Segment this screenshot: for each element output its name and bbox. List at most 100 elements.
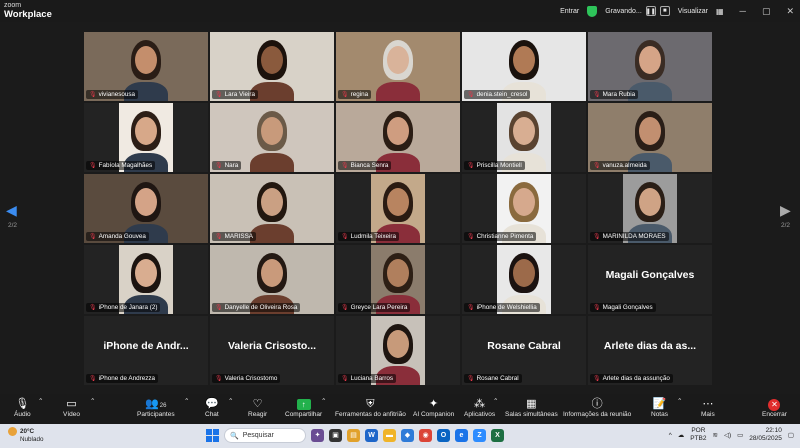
participant-name-label: 🎙 Rosane Cabral [464,374,522,383]
participant-tile[interactable]: 🎙 Danyelle de Oliveira Rosa [210,245,334,314]
taskbar-clock[interactable]: 22:10 28/05/2025 [749,427,782,443]
participant-tile[interactable]: Rosane Cabral 🎙 Rosane Cabral [462,316,586,385]
folder-app-icon[interactable]: ▬ [383,429,396,442]
taskbar-search[interactable]: 🔍 Pesquisar [224,428,306,443]
share-button[interactable]: ↑ Compartilhar [285,397,322,418]
audio-options-caret-icon[interactable]: ⌃ [38,397,43,405]
participant-tile[interactable]: 🎙 Ludmila Teixeira [336,174,460,243]
copilot-app-icon[interactable]: ✦ [311,429,324,442]
volume-icon[interactable]: ◁) [724,431,731,439]
participant-display-name: Valeria Crisosto... [227,340,317,352]
mic-muted-icon: 🎙 [341,376,349,382]
meeting-info-button[interactable]: ⓘ Informações da reunião [563,397,631,418]
participant-tile[interactable]: 🎙 iPhone de Janara (2) [84,245,208,314]
cloud-icon[interactable]: ☁ [678,431,685,439]
participant-tile[interactable]: 🎙 MARISSA [210,174,334,243]
weather-temp: 20°C [20,428,35,436]
meeting-toolbar: 🎙 Áudio ⌃ ▭ Vídeo ⌃ 👥26 Participantes ⌃ 💬 Ch… [0,394,800,424]
chat-button[interactable]: 💬 Chat [205,397,219,418]
start-windows-icon[interactable] [206,429,219,442]
participant-tile[interactable]: iPhone de Andr... 🎙 iPhone de Andrezza [84,316,208,385]
language-indicator[interactable]: POR PTB2 [690,427,706,443]
participant-tile[interactable]: 🎙 Christianne Pimenta [462,174,586,243]
participant-tile[interactable]: 🎙 Priscilla Montiell [462,103,586,172]
edge-app-icon[interactable]: e [455,429,468,442]
grid-view-icon[interactable]: ▦ [716,7,724,16]
chat-icon: 💬 [205,398,219,410]
participant-tile[interactable]: Valeria Crisosto... 🎙 Valeria Crisostomo [210,316,334,385]
task-view-icon[interactable]: ▣ [329,429,342,442]
apps-icon: ⁂ [474,398,486,410]
participant-tile[interactable]: 🎙 Bianca Senra [336,103,460,172]
participant-tile[interactable]: 🎙 regina [336,32,460,101]
participant-tile[interactable]: 🎙 iPhone de Welshiellia [462,245,586,314]
mic-muted-icon: 🎙 [341,163,349,169]
enter-button[interactable]: Entrar [560,8,579,15]
participant-name-label: 🎙 MARISSA [212,232,256,241]
pause-recording-icon[interactable]: ❚❚ [646,6,656,16]
maximize-icon[interactable]: ▢ [762,6,771,17]
participant-tile[interactable]: 🎙 Lara Vieira [210,32,334,101]
weather-desc: Nublado [20,436,44,444]
participant-tile[interactable]: 🎙 Mara Rubia [588,32,712,101]
participant-tile[interactable]: 🎙 denia.stein_cresol [462,32,586,101]
next-page-arrow-icon[interactable]: ▶ [780,202,791,219]
excel-app-icon[interactable]: X [491,429,504,442]
battery-icon[interactable]: ▭ [737,431,743,439]
apps-caret-icon[interactable]: ⌃ [493,397,498,405]
participant-tile[interactable]: 🎙 Luciana Barros [336,316,460,385]
participant-tile[interactable]: 🎙 Greyce Lara Pereira [336,245,460,314]
view-button[interactable]: Visualizar [678,8,708,15]
video-button[interactable]: ▭ Vídeo [63,397,80,418]
participant-tile[interactable]: 🎙 MARINILDA MORAES [588,174,712,243]
mic-muted-icon: 🎙 [593,376,601,382]
participant-name: Rosane Cabral [476,375,519,382]
wifi-icon[interactable]: ≋ [713,431,718,439]
notes-button[interactable]: 📝 Notas [651,397,668,418]
more-button[interactable]: ⋯ Mais [701,397,715,418]
security-shield-icon[interactable] [587,5,598,17]
participant-tile[interactable]: 🎙 vanuza.almeida [588,103,712,172]
participant-name-label: 🎙 iPhone de Welshiellia [464,303,540,312]
participant-tile[interactable]: 🎙 Amanda Gouvea [84,174,208,243]
notes-caret-icon[interactable]: ⌃ [677,397,682,405]
end-meeting-button[interactable]: ✕ Encerrar [762,397,787,418]
ai-companion-button[interactable]: ✦ AI Companion [413,397,454,418]
participant-tile[interactable]: 🎙 Fabíola Magalhães [84,103,208,172]
participant-name: Nara [224,162,239,169]
mic-muted-icon: 🎙 [89,92,97,98]
breakout-rooms-button[interactable]: ▦ Salas simultâneas [505,397,558,418]
weather-widget[interactable]: 20°C Nublado [8,427,43,444]
zoom-app-icon[interactable]: Z [473,429,486,442]
host-tools-button[interactable]: ⛨ Ferramentas do anfitrião [335,397,406,418]
participant-tile[interactable]: Arlete dias da as... 🎙 Arlete dias da assu… [588,316,712,385]
participants-caret-icon[interactable]: ⌃ [184,397,189,405]
participant-tile[interactable]: Magali Gonçalves 🎙 Magali Gonçalves [588,245,712,314]
audio-button[interactable]: 🎙 Áudio [14,397,31,418]
chat-caret-icon[interactable]: ⌃ [228,397,233,405]
file-explorer-icon[interactable]: ▤ [347,429,360,442]
participants-button[interactable]: 👥26 Participantes [137,397,175,418]
participant-name: vanuza.almeida [602,162,647,169]
outlook-app-icon[interactable]: O [437,429,450,442]
participant-tile[interactable]: 🎙 Nara [210,103,334,172]
chrome-app-icon[interactable]: ◉ [419,429,432,442]
react-button[interactable]: ♡ Reagir [248,397,267,418]
apps-button[interactable]: ⁂ Aplicativos [464,397,495,418]
notifications-icon[interactable]: ▢ [788,431,794,439]
minimize-icon[interactable]: ─ [740,6,746,16]
participant-name-label: 🎙 Fabíola Magalhães [86,161,156,170]
participant-display-name: Rosane Cabral [487,340,561,352]
stop-recording-icon[interactable]: ■ [659,6,670,16]
participant-tile[interactable]: 🎙 vivianesousa [84,32,208,101]
participant-name-label: 🎙 Mara Rubia [590,90,639,99]
mic-muted-icon: 🎙 [467,305,475,311]
video-options-caret-icon[interactable]: ⌃ [90,397,95,405]
photos-app-icon[interactable]: ◆ [401,429,414,442]
word-app-icon[interactable]: W [365,429,378,442]
share-caret-icon[interactable]: ⌃ [321,397,326,405]
close-icon[interactable]: ✕ [786,6,794,17]
audio-label: Áudio [14,411,31,418]
tray-chevron-icon[interactable]: ^ [669,432,672,439]
prev-page-arrow-icon[interactable]: ◀ [6,202,17,219]
